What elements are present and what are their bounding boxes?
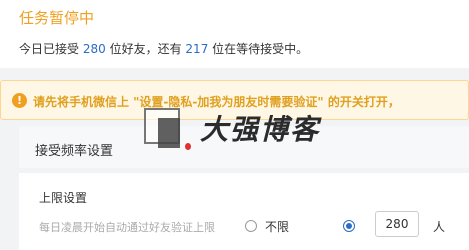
summary-suffix: 位在等待接受中。 xyxy=(212,42,309,56)
limit-description: 每日凌晨开始自动通过好友验证上限 xyxy=(39,221,215,234)
watermark-block xyxy=(158,118,180,148)
summary-prefix: 今日已接受 xyxy=(19,42,80,56)
unlimited-radio[interactable] xyxy=(245,220,257,232)
unlimited-label[interactable]: 不限 xyxy=(265,218,289,235)
watermark-dot xyxy=(185,143,191,150)
limit-settings-title: 上限设置 xyxy=(39,191,88,205)
exclamation-icon: ! xyxy=(12,93,27,108)
status-summary: 今日已接受 280 位好友，还有 217 位在等待接受中。 xyxy=(19,40,308,57)
limited-radio[interactable] xyxy=(343,220,355,232)
page-title: 任务暂停中 xyxy=(19,9,95,27)
frequency-settings-title: 接受频率设置 xyxy=(35,144,114,159)
limit-unit-label: 人 xyxy=(433,220,446,234)
limit-settings-card: 上限设置 每日凌晨开始自动通过好友验证上限 不限 280 人 xyxy=(19,173,469,250)
accepted-count: 280 xyxy=(82,42,106,56)
watermark-text: 大强博客 xyxy=(200,113,321,146)
waiting-count: 217 xyxy=(185,42,209,56)
summary-middle: 位好友，还有 xyxy=(109,42,182,56)
limit-value-input[interactable]: 280 xyxy=(375,211,419,237)
